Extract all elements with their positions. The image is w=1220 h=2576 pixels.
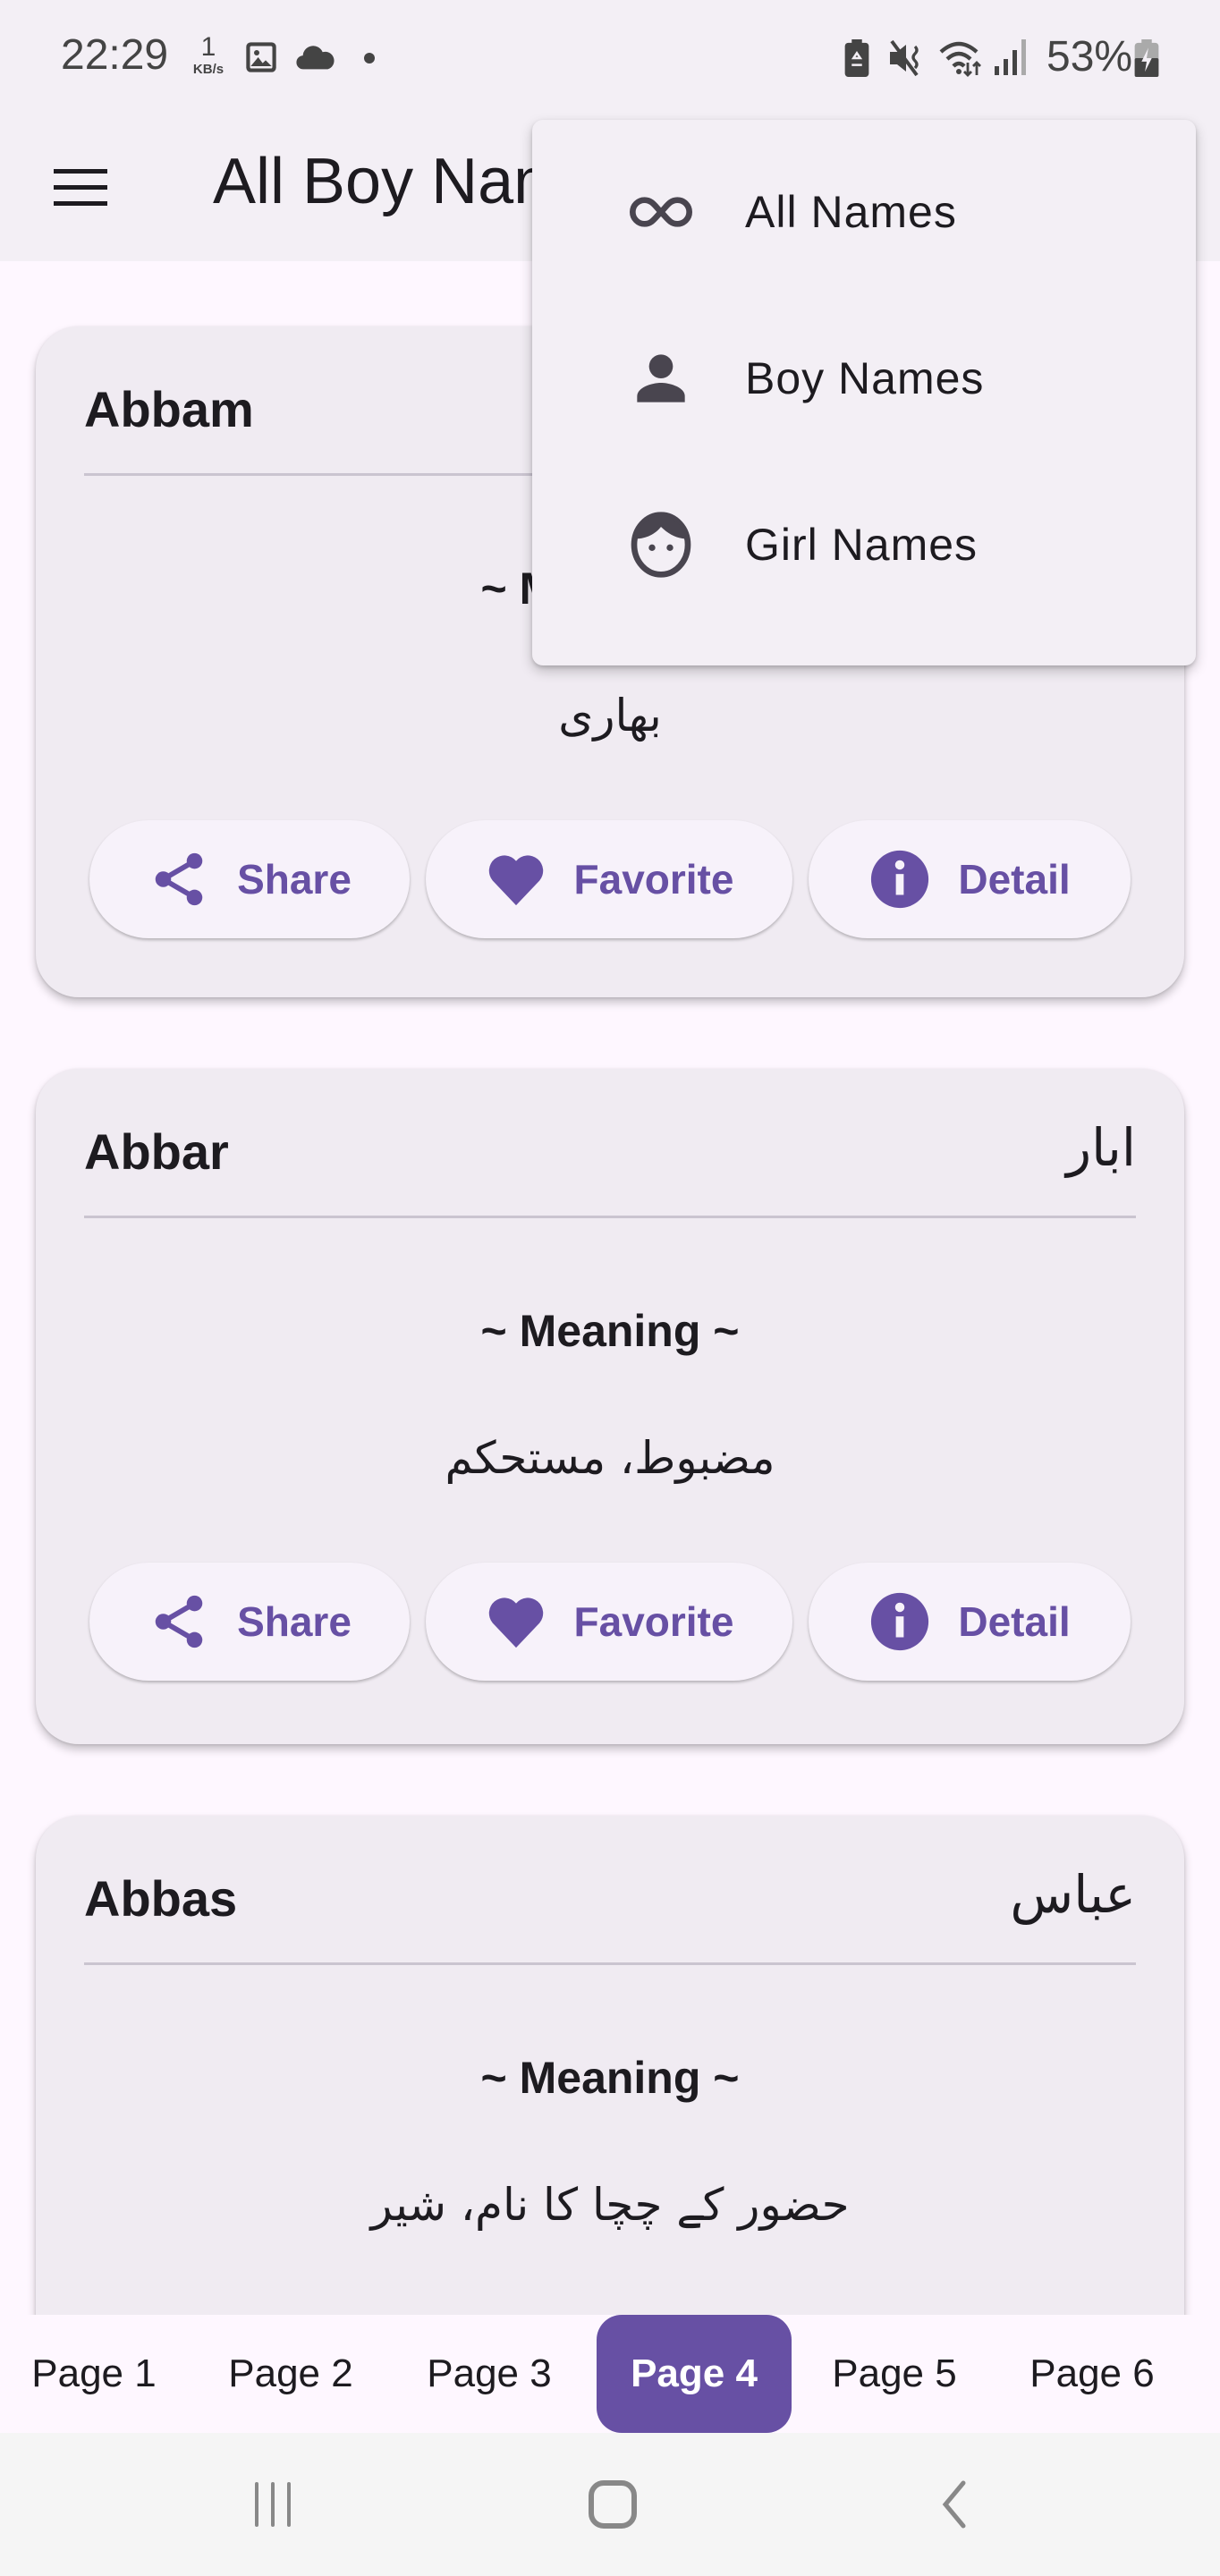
menu-item-label: Boy Names xyxy=(745,353,985,403)
info-icon xyxy=(871,850,929,909)
heart-icon xyxy=(488,855,543,906)
detail-button[interactable]: Detail xyxy=(809,1563,1131,1681)
network-speed: 1 KB/s xyxy=(186,32,231,77)
infinity-icon xyxy=(625,176,697,248)
detail-button[interactable]: Detail xyxy=(809,820,1131,938)
card-divider xyxy=(84,1216,1136,1218)
status-time: 22:29 xyxy=(61,31,169,79)
menu-item-boy-names[interactable]: Boy Names xyxy=(532,295,1196,462)
meaning-label: ~ Meaning ~ xyxy=(480,2053,740,2103)
back-icon xyxy=(942,2480,966,2529)
share-icon xyxy=(155,852,203,906)
page-button-5[interactable]: Page 5 xyxy=(818,2315,970,2433)
menu-item-girl-names[interactable]: Girl Names xyxy=(532,462,1196,628)
meaning-text: بھاری xyxy=(558,690,662,741)
cloud-icon xyxy=(295,43,336,76)
name-card: Abbar ابار ~ Meaning ~ مضبوط، مستحکم Sha… xyxy=(36,1069,1184,1744)
hamburger-menu-icon xyxy=(54,169,107,206)
meaning-text: حضور کے چچا کا نام، شیر xyxy=(370,2179,850,2231)
favorite-button[interactable]: Favorite xyxy=(426,820,792,938)
detail-label: Detail xyxy=(958,856,1071,902)
mute-icon xyxy=(888,39,924,81)
page-button-3[interactable]: Page 3 xyxy=(413,2315,565,2433)
battery-percent: 53% xyxy=(1046,33,1133,80)
heart-icon xyxy=(488,1597,543,1648)
info-icon xyxy=(871,1592,929,1651)
favorite-label: Favorite xyxy=(573,1598,734,1645)
menu-item-all-names[interactable]: All Names xyxy=(532,129,1196,295)
signal-icon xyxy=(995,39,1027,80)
name-english: Abbas xyxy=(84,1870,238,1927)
wifi-icon xyxy=(939,39,986,81)
share-button[interactable]: Share xyxy=(89,820,410,938)
share-button[interactable]: Share xyxy=(89,1563,410,1681)
home-icon xyxy=(589,2480,637,2529)
home-button[interactable] xyxy=(572,2469,653,2540)
name-english: Abbam xyxy=(84,381,254,437)
recents-icon xyxy=(255,2482,291,2527)
page-button-2[interactable]: Page 2 xyxy=(215,2315,367,2433)
person-icon xyxy=(625,343,697,414)
dot-icon xyxy=(363,52,376,69)
menu-item-label: Girl Names xyxy=(745,520,979,570)
detail-label: Detail xyxy=(958,1598,1071,1645)
menu-button[interactable] xyxy=(49,157,112,219)
network-speed-unit: KB/s xyxy=(192,62,225,77)
menu-item-label: All Names xyxy=(745,187,957,237)
face-icon xyxy=(625,509,697,580)
page-button-4[interactable]: Page 4 xyxy=(597,2315,792,2433)
favorite-button[interactable]: Favorite xyxy=(426,1563,792,1681)
favorite-label: Favorite xyxy=(573,856,734,902)
gallery-icon xyxy=(243,39,279,80)
battery-charging-icon xyxy=(1134,39,1159,81)
meaning-label: ~ Meaning ~ xyxy=(480,1306,740,1356)
name-urdu: ابار xyxy=(1066,1117,1136,1178)
filter-popup-menu: All Names Boy Names Girl Names xyxy=(532,120,1196,665)
status-bar: 22:29 1 KB/s 53% xyxy=(0,0,1220,116)
network-speed-value: 1 xyxy=(200,32,216,62)
share-label: Share xyxy=(237,856,352,902)
name-english: Abbar xyxy=(84,1123,229,1180)
system-nav-bar xyxy=(0,2433,1220,2576)
share-label: Share xyxy=(237,1598,352,1645)
card-divider xyxy=(84,1962,1136,1965)
back-button[interactable] xyxy=(914,2469,995,2540)
page-button-6[interactable]: Page 6 xyxy=(1016,2315,1168,2433)
page-button-1[interactable]: Page 1 xyxy=(18,2315,170,2433)
share-icon xyxy=(155,1595,203,1648)
name-urdu: عباس xyxy=(1010,1864,1136,1925)
pagination-bar: Page 1 Page 2 Page 3 Page 4 Page 5 Page … xyxy=(0,2315,1220,2433)
recents-button[interactable] xyxy=(233,2469,313,2540)
meaning-text: مضبوط، مستحکم xyxy=(445,1432,775,1484)
battery-saver-icon xyxy=(844,39,869,81)
